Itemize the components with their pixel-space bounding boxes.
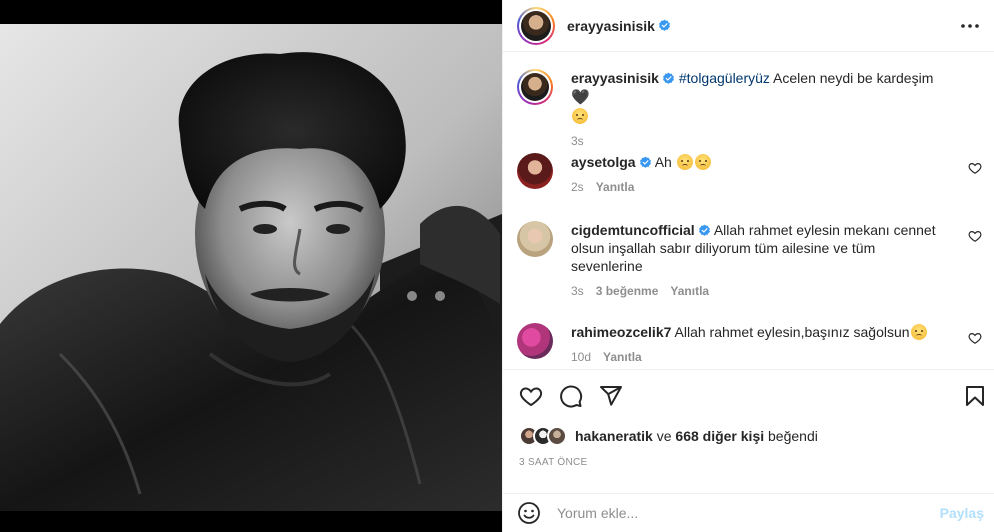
likes-summary[interactable]: hakaneratik ve 668 diğer kişi beğendi	[519, 425, 818, 447]
comment-text: rahimeozcelik7 Allah rahmet eylesin,başı…	[571, 323, 946, 341]
add-comment-bar: Paylaş	[503, 493, 994, 532]
reply-button[interactable]: Yanıtla	[603, 350, 642, 364]
commenter-avatar[interactable]	[517, 323, 553, 359]
comment-item: cigdemtuncofficial Allah rahmet eylesin …	[517, 221, 982, 298]
likes-suffix: beğendi	[768, 428, 818, 444]
post-actions-bar	[503, 369, 994, 421]
comment-time: 2s	[571, 180, 584, 194]
emoji-smiley-icon[interactable]	[517, 501, 541, 525]
commenter-username[interactable]: aysetolga	[571, 154, 636, 170]
post-header: erayyasinisik	[503, 0, 994, 52]
sad-face-emoji	[910, 324, 927, 340]
save-bookmark-icon[interactable]	[963, 384, 987, 408]
verified-badge-icon	[663, 72, 674, 84]
comment-text: cigdemtuncofficial Allah rahmet eylesin …	[571, 221, 946, 275]
commenter-username[interactable]: rahimeozcelik7	[571, 324, 671, 340]
share-paper-plane-icon[interactable]	[599, 384, 623, 408]
commenter-avatar[interactable]	[517, 221, 553, 257]
like-heart-icon[interactable]	[519, 384, 543, 408]
sad-face-emoji	[572, 108, 588, 124]
commenter-avatar[interactable]	[517, 153, 553, 189]
like-comment-icon[interactable]	[968, 161, 982, 175]
caption-author-avatar[interactable]	[521, 73, 549, 101]
comment-text: aysetolga Ah	[571, 153, 946, 171]
comment-bubble-icon[interactable]	[559, 384, 583, 408]
post-photo[interactable]	[0, 24, 502, 511]
comment-item: aysetolga Ah 2s Yanıtla	[517, 153, 982, 194]
comment-input[interactable]	[557, 505, 917, 521]
caption-author-username[interactable]: erayyasinisik	[571, 70, 659, 86]
comment-item: rahimeozcelik7 Allah rahmet eylesin,başı…	[517, 323, 982, 364]
caption-text: erayyasinisik #tolgagüleryüz Acelen neyd…	[571, 69, 946, 125]
caption-body: Acelen neydi be kardeşim	[773, 70, 934, 86]
caption-author-ring[interactable]	[517, 69, 553, 105]
post-details-panel: erayyasinisik erayyasinisik #tolgagülery…	[502, 0, 994, 532]
sad-face-emoji	[676, 154, 693, 170]
comment-time: 10d	[571, 350, 592, 364]
likes-others-count[interactable]: 668 diğer kişi	[675, 428, 764, 444]
caption-time: 3s	[571, 134, 584, 148]
comment-body: Ah	[654, 154, 672, 170]
comment-body: Allah rahmet eylesin,başınız sağolsun	[674, 324, 910, 340]
verified-badge-icon	[698, 224, 710, 236]
author-story-ring[interactable]	[517, 6, 555, 45]
reply-button[interactable]: Yanıtla	[596, 180, 635, 194]
sad-face-emoji	[694, 154, 711, 170]
post-photo-pane[interactable]	[0, 0, 502, 532]
liker-avatars	[519, 426, 567, 446]
author-avatar[interactable]	[521, 10, 551, 41]
liker-avatar	[547, 426, 567, 446]
liker-username[interactable]: hakaneratik	[575, 428, 653, 444]
post-timestamp[interactable]: 3 SAAT ÖNCE	[519, 457, 588, 468]
like-comment-icon[interactable]	[968, 229, 982, 243]
caption-hashtag[interactable]: #tolgagüleryüz	[679, 70, 770, 86]
verified-badge-icon	[639, 156, 651, 168]
verified-badge-icon	[659, 19, 670, 31]
reply-button[interactable]: Yanıtla	[670, 284, 709, 298]
comment-time: 3s	[571, 284, 584, 298]
author-username[interactable]: erayyasinisik	[567, 18, 655, 34]
like-comment-icon[interactable]	[968, 331, 982, 345]
commenter-username[interactable]: cigdemtuncofficial	[571, 222, 695, 238]
comment-likes-count[interactable]: 3 beğenme	[596, 284, 659, 298]
black-heart-emoji: 🖤	[571, 89, 590, 106]
likes-connector: ve	[656, 428, 672, 444]
post-comment-button[interactable]: Paylaş	[940, 505, 984, 521]
more-options-icon[interactable]	[958, 14, 982, 38]
caption: erayyasinisik #tolgagüleryüz Acelen neyd…	[517, 69, 982, 148]
comments-list[interactable]: erayyasinisik #tolgagüleryüz Acelen neyd…	[503, 53, 994, 369]
